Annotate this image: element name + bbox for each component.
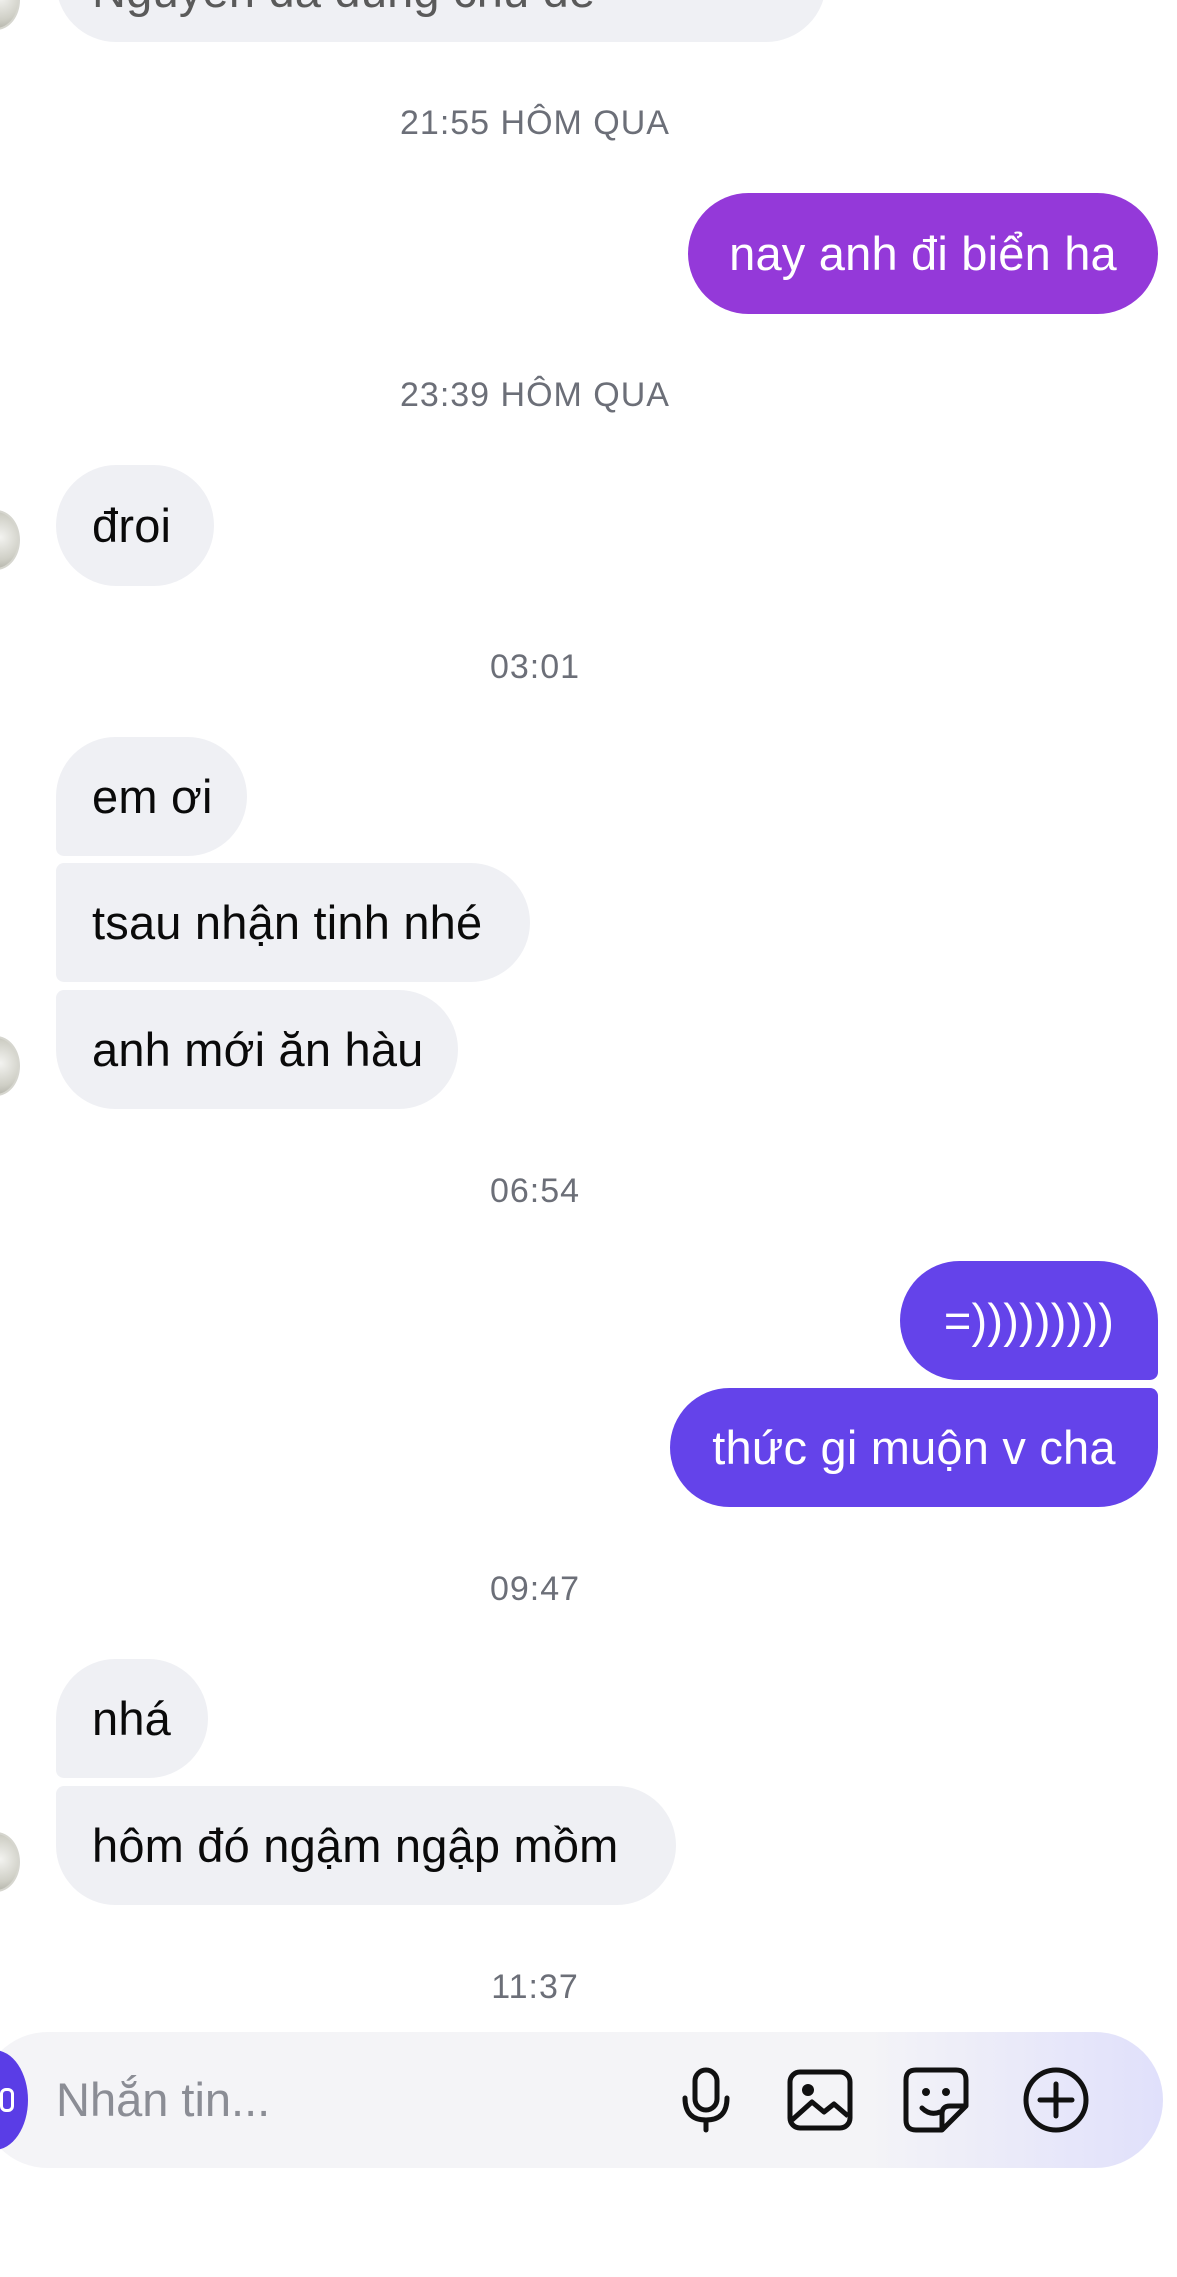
timestamp: 23:39 HÔM QUA xyxy=(400,376,670,414)
timestamp: 06:54 xyxy=(489,1172,581,1210)
contact-avatar[interactable] xyxy=(0,510,20,570)
sticker-button[interactable] xyxy=(898,2062,974,2138)
incoming-message[interactable]: đroi xyxy=(56,465,214,586)
contact-avatar[interactable] xyxy=(0,0,20,30)
incoming-message[interactable]: em ơi xyxy=(56,737,247,856)
image-button[interactable] xyxy=(782,2062,858,2138)
contact-avatar[interactable] xyxy=(0,1832,20,1892)
incoming-message[interactable]: tsau nhận tinh nhé xyxy=(56,863,530,982)
outgoing-message[interactable]: =))))))))) xyxy=(900,1261,1158,1380)
incoming-message[interactable]: nhá xyxy=(56,1659,208,1778)
message-bubble-partial[interactable]: Nguyễn đã dùng chủ đề xyxy=(56,0,826,42)
message-text: hôm đó ngậm ngập mồm xyxy=(92,1819,619,1872)
message-text: thức gi muộn v cha xyxy=(712,1421,1116,1474)
camera-icon xyxy=(0,2088,14,2112)
incoming-message[interactable]: hôm đó ngậm ngập mồm xyxy=(56,1786,676,1905)
contact-avatar[interactable] xyxy=(0,1036,20,1096)
timestamp: 03:01 xyxy=(489,648,581,686)
message-text: anh mới ăn hàu xyxy=(92,1023,424,1076)
sticker-icon xyxy=(903,2067,969,2133)
timestamp: 11:37 xyxy=(491,1968,579,2006)
microphone-button[interactable] xyxy=(668,2062,744,2138)
chat-screen: Nguyễn đã dùng chủ đề 21:55 HÔM QUA nay … xyxy=(0,0,1177,2277)
outgoing-message[interactable]: nay anh đi biển ha xyxy=(688,193,1158,314)
image-icon xyxy=(787,2069,853,2131)
message-text: tsau nhận tinh nhé xyxy=(92,896,483,949)
message-input[interactable]: Nhắn tin... xyxy=(56,2066,270,2134)
message-text: đroi xyxy=(92,499,172,552)
incoming-message[interactable]: anh mới ăn hàu xyxy=(56,990,458,1109)
microphone-icon xyxy=(682,2067,730,2133)
outgoing-message[interactable]: thức gi muộn v cha xyxy=(670,1388,1158,1507)
add-button[interactable] xyxy=(1018,2062,1094,2138)
timestamp: 21:55 HÔM QUA xyxy=(400,104,670,142)
message-text: nay anh đi biển ha xyxy=(729,227,1117,280)
message-text: nhá xyxy=(92,1692,172,1745)
timestamp: 09:47 xyxy=(489,1570,581,1608)
message-text: Nguyễn đã dùng chủ đề xyxy=(92,0,595,14)
message-text: =))))))))) xyxy=(943,1294,1115,1347)
message-text: em ơi xyxy=(92,770,213,823)
plus-circle-icon xyxy=(1023,2067,1089,2133)
